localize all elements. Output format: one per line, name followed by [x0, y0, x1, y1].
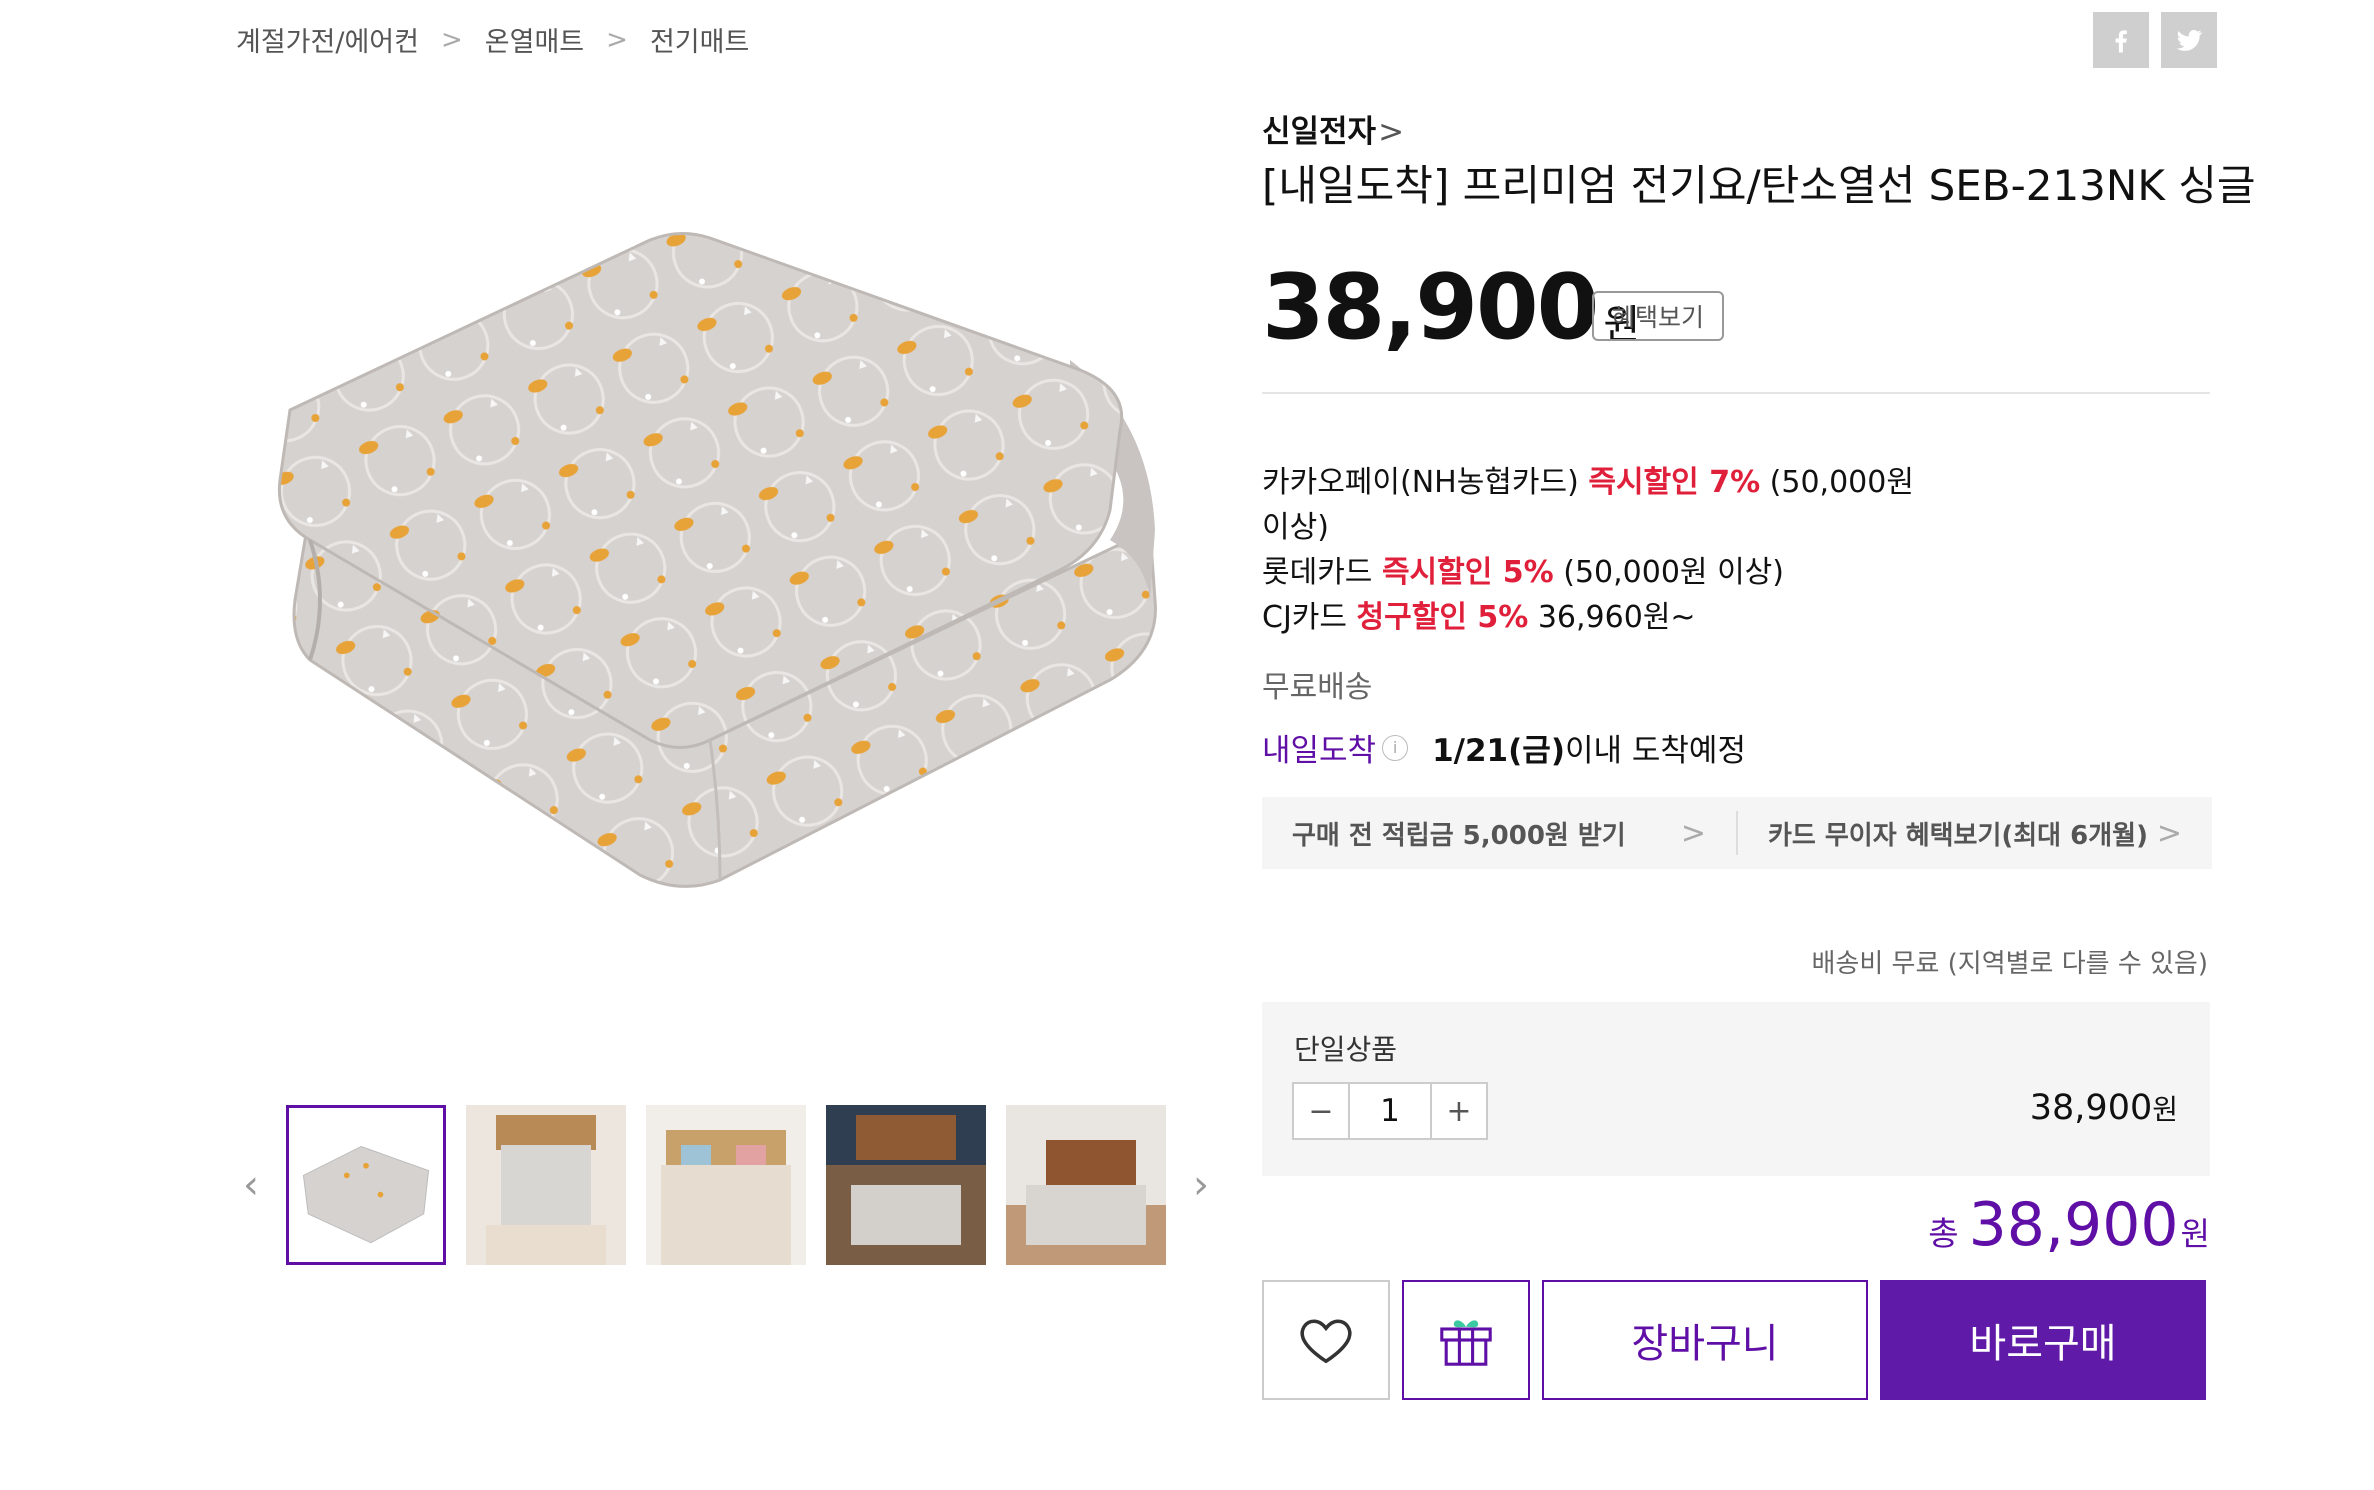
product-price: 38,900 원: [1262, 255, 1640, 360]
thumbnail-item[interactable]: [1006, 1105, 1166, 1265]
divider: [1262, 392, 2210, 394]
price-value: 38,900: [1262, 255, 1599, 360]
thumbnail-next-button[interactable]: ›: [1186, 1162, 1216, 1208]
arrival-info: 내일도착 i 1/21(금) 이내 도착예정: [1262, 725, 1746, 770]
card-benefit-item: CJ카드 청구할인 5% 36,960원~: [1262, 600, 1696, 635]
thumbnail-gallery: ‹ ›: [236, 1105, 1216, 1265]
arrival-tag: 내일도착: [1262, 733, 1377, 769]
promo-installment-link[interactable]: 카드 무이자 혜택보기(최대 6개월) >: [1738, 815, 2212, 852]
twitter-share-button[interactable]: [2161, 12, 2217, 68]
total-value: 38,900: [1968, 1190, 2179, 1260]
thumbnail-item[interactable]: [646, 1105, 806, 1265]
shipping-fee-note: 배송비 무료 (지역별로 다를 수 있음): [1811, 949, 2209, 979]
quantity-increase-button[interactable]: +: [1430, 1082, 1488, 1140]
gift-button[interactable]: [1402, 1280, 1530, 1400]
facebook-share-button[interactable]: [2093, 12, 2149, 68]
option-price: 38,900원: [2029, 1088, 2178, 1128]
breadcrumb-item[interactable]: 계절가전/에어컨: [236, 20, 419, 59]
chevron-right-icon: >: [1680, 815, 1706, 851]
arrival-suffix: 이내 도착예정: [1564, 733, 1746, 769]
breadcrumb-item[interactable]: 전기매트: [650, 20, 749, 59]
thumbnail-item[interactable]: [286, 1105, 446, 1265]
free-shipping-label: 무료배송: [1262, 670, 1373, 705]
facebook-icon: [2115, 30, 2127, 53]
breadcrumb: 계절가전/에어컨 > 온열매트 > 전기매트: [236, 20, 749, 59]
chevron-right-icon: >: [2156, 815, 2182, 851]
total-label: 총: [1928, 1214, 1959, 1253]
product-main-image: [250, 180, 1170, 1000]
thumbnail-prev-button[interactable]: ‹: [236, 1162, 266, 1208]
card-benefit-item: 카카오페이(NH농협카드) 즉시할인 7% (50,000원 이상): [1262, 465, 1914, 545]
gift-icon: [1440, 1320, 1492, 1366]
breadcrumb-item[interactable]: 온열매트: [485, 20, 584, 59]
option-box: 단일상품 − 1 + 38,900원: [1262, 1002, 2210, 1176]
breadcrumb-separator: >: [606, 24, 628, 55]
option-label: 단일상품: [1294, 1033, 1398, 1066]
total-currency: 원: [2180, 1215, 2210, 1253]
benefit-view-button[interactable]: 혜택보기: [1592, 291, 1724, 341]
info-icon[interactable]: i: [1382, 734, 1409, 761]
wishlist-button[interactable]: [1262, 1280, 1390, 1400]
quantity-input[interactable]: 1: [1350, 1082, 1430, 1140]
breadcrumb-separator: >: [440, 24, 463, 55]
twitter-icon: [2176, 30, 2203, 51]
add-to-cart-button[interactable]: 장바구니: [1542, 1280, 1868, 1400]
card-benefit-item: 롯데카드 즉시할인 5% (50,000원 이상): [1262, 555, 1784, 590]
action-buttons: 장바구니 바로구매: [1262, 1280, 2206, 1400]
brand-name: 신일전자: [1262, 114, 1377, 150]
chevron-right-icon: >: [1378, 114, 1405, 150]
quantity-stepper: − 1 +: [1292, 1082, 1488, 1140]
heart-icon: [1300, 1319, 1352, 1364]
arrival-date: 1/21(금): [1432, 733, 1565, 769]
thumbnail-item[interactable]: [826, 1105, 986, 1265]
promo-bar: 구매 전 적립금 5,000원 받기 > 카드 무이자 혜택보기(최대 6개월)…: [1262, 797, 2212, 869]
product-title: [내일도착] 프리미엄 전기요/탄소열선 SEB-213NK 싱글: [1262, 161, 2256, 210]
promo-points-link[interactable]: 구매 전 적립금 5,000원 받기 >: [1262, 815, 1736, 852]
total-price: 총 38,900 원: [1928, 1190, 2210, 1260]
thumbnail-item[interactable]: [466, 1105, 626, 1265]
card-benefits: 카카오페이(NH농협카드) 즉시할인 7% (50,000원 이상) 롯데카드 …: [1262, 460, 1942, 640]
brand-link[interactable]: 신일전자>: [1262, 106, 1404, 151]
buy-now-button[interactable]: 바로구매: [1880, 1280, 2206, 1400]
quantity-decrease-button[interactable]: −: [1292, 1082, 1350, 1140]
